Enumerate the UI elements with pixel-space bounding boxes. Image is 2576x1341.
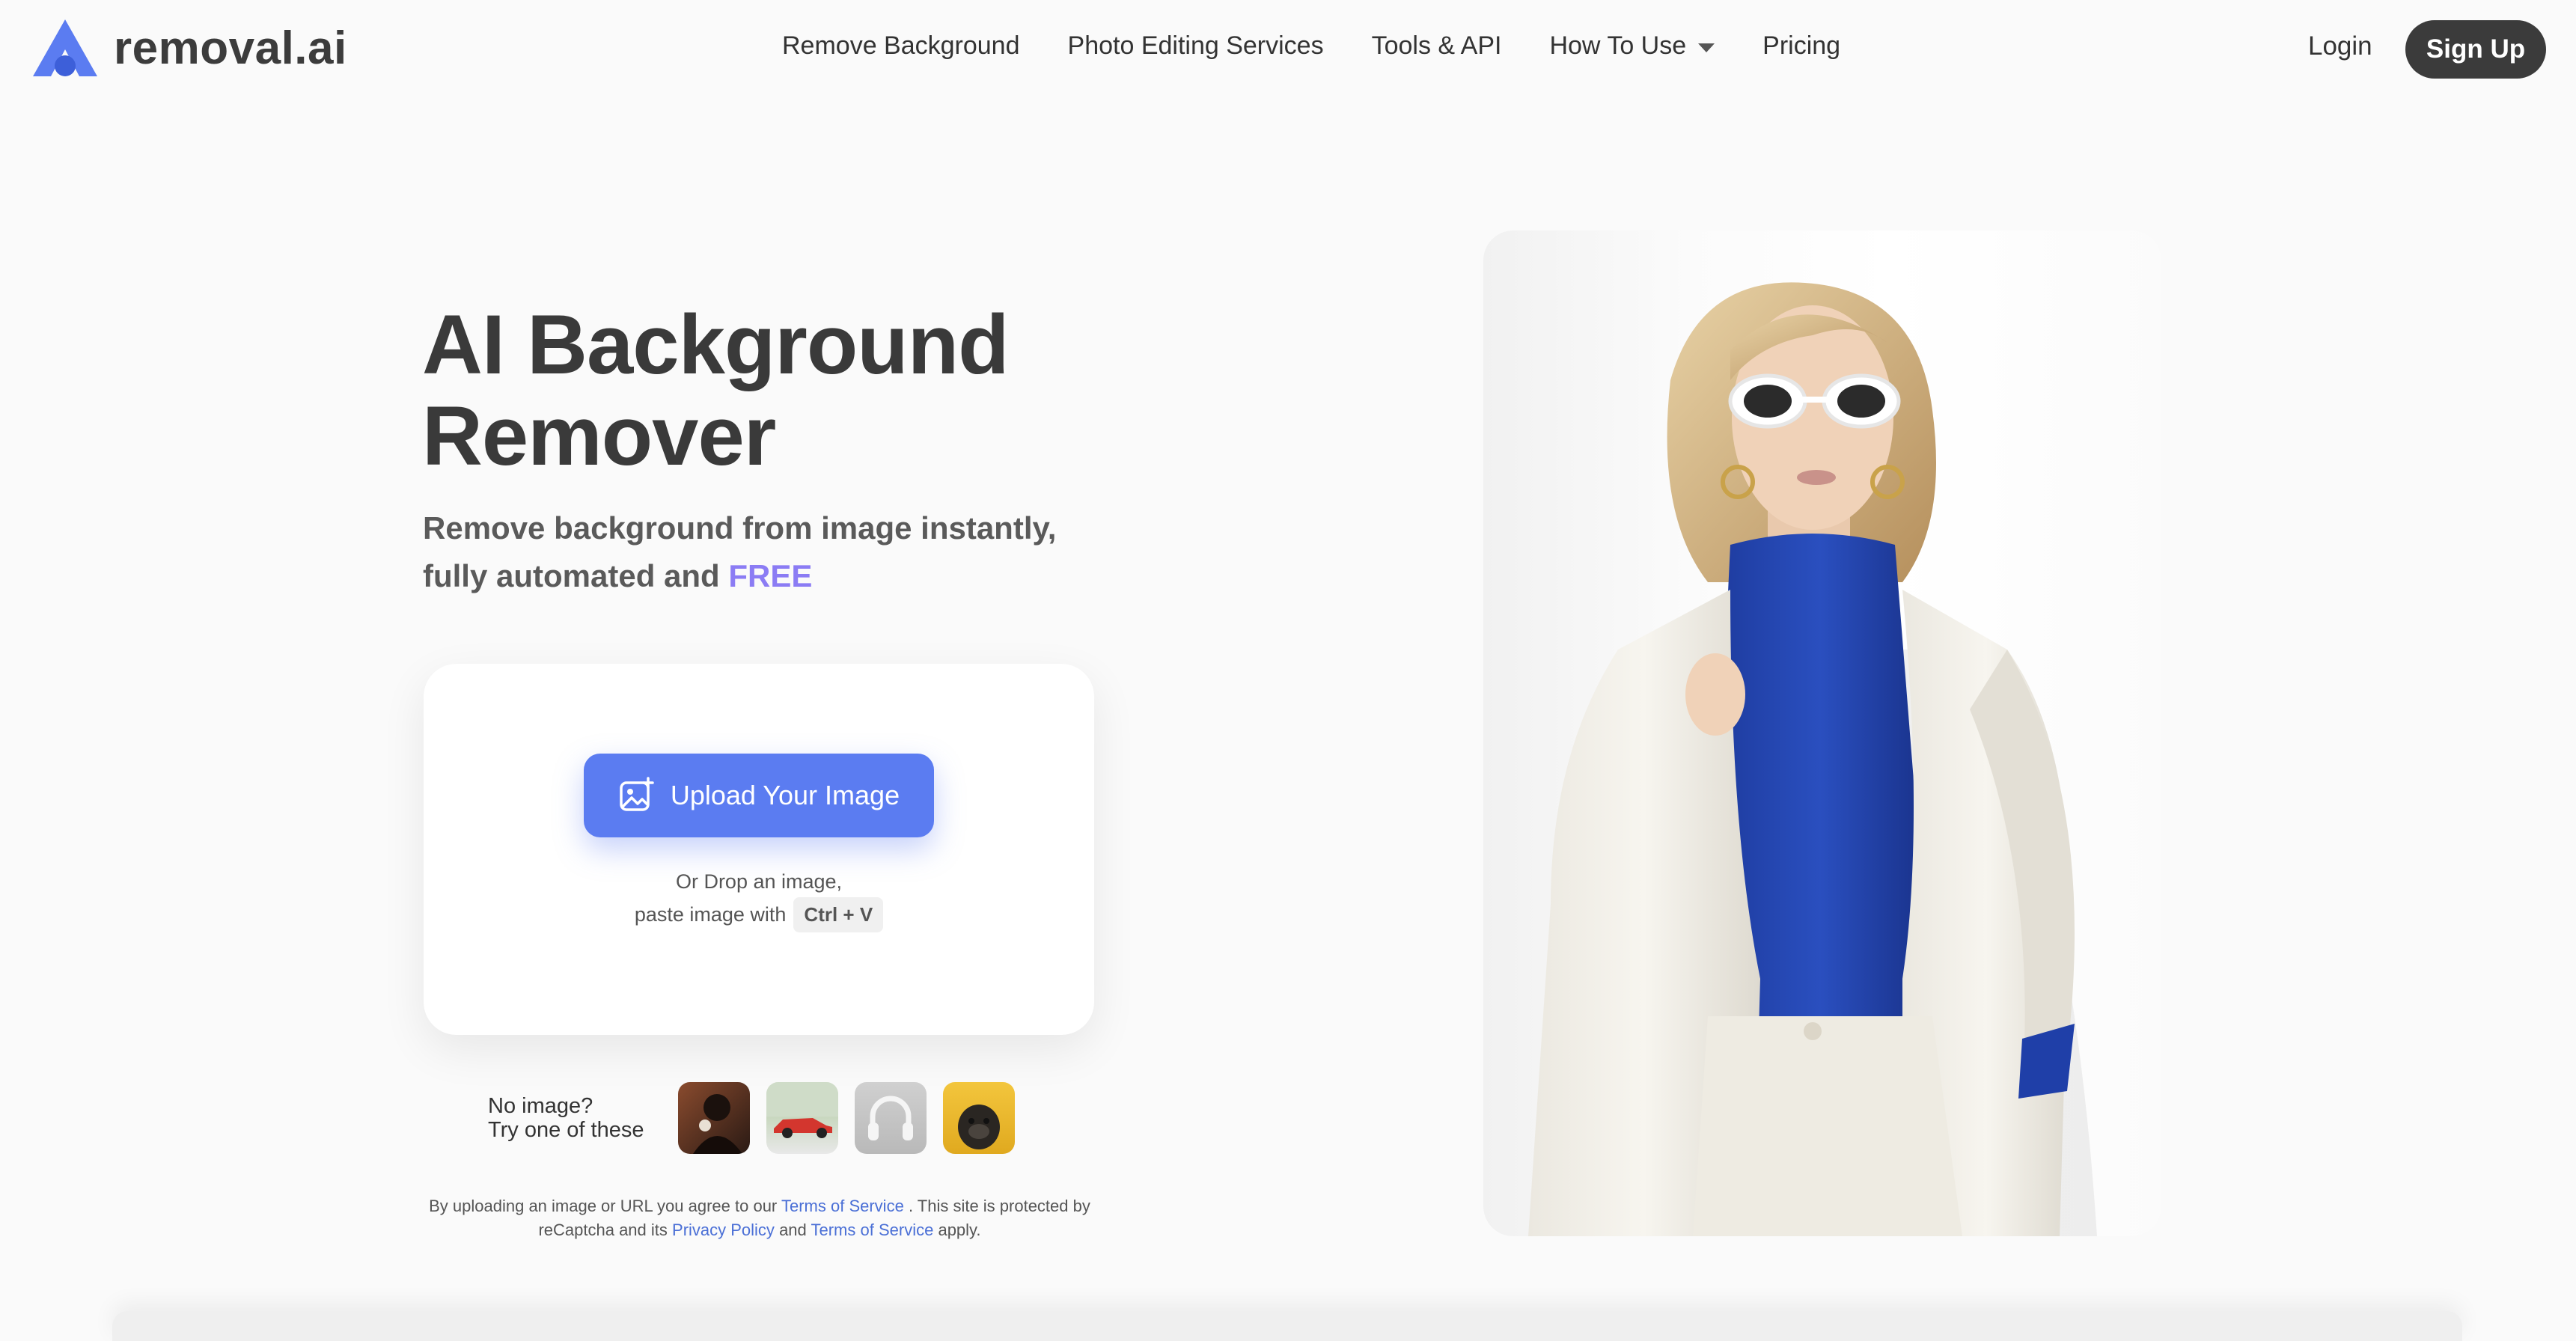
upload-image-button[interactable]: Upload Your Image	[584, 754, 934, 837]
shortcut-key: Ctrl + V	[793, 897, 884, 932]
image-upload-icon	[620, 777, 654, 811]
portrait-icon	[693, 1094, 742, 1154]
subtitle-prefix: fully automated and	[423, 558, 720, 593]
logo-icon	[33, 19, 97, 76]
car-icon	[766, 1082, 838, 1138]
sample-prompt: No image? Try one of these	[488, 1094, 644, 1142]
paste-hint: paste image with Ctrl + V	[424, 897, 1094, 932]
headphones-icon	[868, 1096, 913, 1140]
portrait-thumbnail[interactable]	[678, 1082, 750, 1154]
terms-of-service-link-2[interactable]: Terms of Service	[811, 1221, 934, 1239]
subtitle-line-1: Remove background from image instantly,	[423, 510, 1057, 546]
logo-text: removal.ai	[114, 22, 347, 74]
dog-icon	[958, 1105, 1000, 1149]
car-thumbnail[interactable]	[766, 1082, 838, 1154]
terms-notice: By uploading an image or URL you agree t…	[419, 1194, 1100, 1242]
paste-hint-text: paste image with	[634, 903, 787, 926]
nav-label: Remove Background	[782, 31, 1020, 60]
sample-prompt-line-1: No image?	[488, 1094, 593, 1118]
site-header: removal.ai Remove Background Photo Editi…	[0, 0, 2576, 97]
drop-hint: Or Drop an image,	[675, 870, 843, 893]
nav-tools-api[interactable]: Tools & API	[1372, 31, 1502, 61]
sample-prompt-line-2: Try one of these	[488, 1118, 644, 1142]
subtitle-line-2: fully automated and FREE	[423, 552, 1056, 600]
sample-thumbnails	[678, 1082, 1015, 1154]
nav-label: Photo Editing Services	[1067, 31, 1324, 60]
hero-subtitle: Remove background from image instantly, …	[423, 504, 1056, 600]
terms-text-3: and	[779, 1221, 807, 1239]
nav-photo-editing-services[interactable]: Photo Editing Services	[1068, 31, 1324, 61]
page-title: AI Background Remover	[422, 298, 1010, 483]
upload-card[interactable]: Upload Your Image Or Drop an image, past…	[424, 664, 1094, 1035]
title-line-2: Remover	[422, 389, 776, 483]
headphones-thumbnail[interactable]	[855, 1082, 927, 1154]
nav-pricing[interactable]: Pricing	[1762, 31, 1840, 61]
next-section-edge	[112, 1311, 2462, 1341]
nav-how-to-use[interactable]: How To Use	[1549, 31, 1715, 61]
free-highlight: FREE	[728, 558, 813, 593]
title-line-1: AI Background	[422, 298, 1010, 391]
main-nav: Remove Background Photo Editing Services…	[782, 31, 1888, 61]
upload-button-label: Upload Your Image	[670, 780, 900, 810]
chevron-down-icon	[1698, 43, 1715, 52]
signup-button[interactable]: Sign Up	[2405, 20, 2546, 79]
nav-label: Pricing	[1762, 31, 1841, 60]
login-link[interactable]: Login	[2308, 31, 2372, 61]
terms-of-service-link[interactable]: Terms of Service	[781, 1197, 904, 1215]
dog-thumbnail[interactable]	[943, 1082, 1015, 1154]
terms-text-1: By uploading an image or URL you agree t…	[429, 1197, 778, 1215]
hero-image	[1483, 230, 2161, 1236]
logo[interactable]: removal.ai	[30, 16, 347, 79]
nav-label: How To Use	[1549, 31, 1687, 60]
nav-label: Tools & API	[1371, 31, 1502, 60]
model-photo-illustration	[1528, 282, 2097, 1236]
nav-remove-background[interactable]: Remove Background	[782, 31, 1020, 61]
privacy-policy-link[interactable]: Privacy Policy	[672, 1221, 775, 1239]
terms-text-4: apply.	[938, 1221, 981, 1239]
